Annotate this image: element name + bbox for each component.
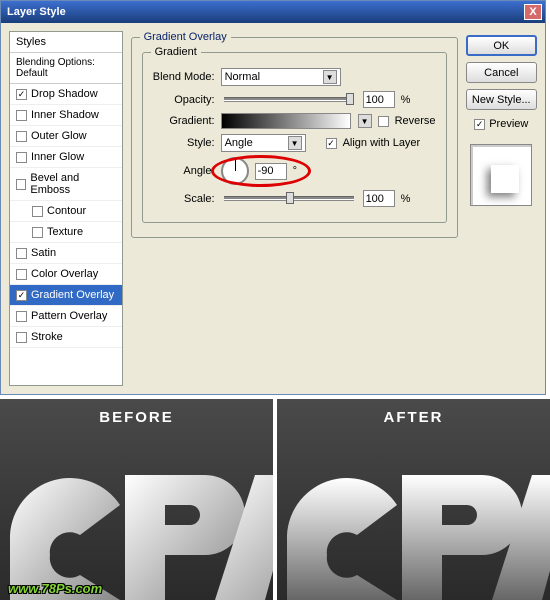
new-style-button[interactable]: New Style... <box>466 89 537 110</box>
style-label: Satin <box>31 247 56 259</box>
style-item-contour[interactable]: Contour <box>10 201 122 222</box>
before-text-art <box>5 465 273 600</box>
before-after-compare: BEFORE www.78Ps.com AFTER <box>0 395 550 600</box>
scale-label: Scale: <box>153 193 215 205</box>
chevron-down-icon: ▼ <box>323 70 337 84</box>
reverse-label: Reverse <box>395 115 436 127</box>
blend-mode-label: Blend Mode: <box>153 71 215 83</box>
styles-panel: Styles Blending Options: Default Drop Sh… <box>9 31 123 386</box>
style-checkbox[interactable] <box>16 311 27 322</box>
angle-label: Angle: <box>153 165 215 177</box>
after-panel: AFTER <box>273 395 550 600</box>
gradient-label: Gradient: <box>153 115 215 127</box>
style-item-color-overlay[interactable]: Color Overlay <box>10 264 122 285</box>
style-checkbox[interactable] <box>16 269 27 280</box>
style-label: Inner Shadow <box>31 109 99 121</box>
style-checkbox[interactable] <box>16 179 26 190</box>
style-label: Style: <box>153 137 215 149</box>
style-checkbox[interactable] <box>32 227 43 238</box>
style-label: Gradient Overlay <box>31 289 114 301</box>
gradient-picker[interactable] <box>221 113 351 129</box>
style-item-drop-shadow[interactable]: Drop Shadow <box>10 84 122 105</box>
style-checkbox[interactable] <box>16 332 27 343</box>
style-item-gradient-overlay[interactable]: Gradient Overlay <box>10 285 122 306</box>
align-label: Align with Layer <box>343 137 421 149</box>
blend-mode-select[interactable]: Normal ▼ <box>221 68 341 86</box>
style-label: Color Overlay <box>31 268 98 280</box>
style-checkbox[interactable] <box>16 131 27 142</box>
layer-style-dialog: Layer Style X Styles Blending Options: D… <box>0 0 546 395</box>
inner-group-title: Gradient <box>151 46 201 58</box>
scale-input[interactable] <box>363 190 395 207</box>
style-item-outer-glow[interactable]: Outer Glow <box>10 126 122 147</box>
cancel-button[interactable]: Cancel <box>466 62 537 83</box>
close-icon: X <box>529 6 536 18</box>
align-checkbox[interactable] <box>326 138 337 149</box>
close-button[interactable]: X <box>524 4 542 20</box>
opacity-label: Opacity: <box>153 94 215 106</box>
angle-input[interactable] <box>255 163 287 180</box>
watermark: www.78Ps.com <box>8 581 102 596</box>
style-checkbox[interactable] <box>16 248 27 259</box>
style-label: Pattern Overlay <box>31 310 107 322</box>
gradient-overlay-group: Gradient Overlay Gradient Blend Mode: No… <box>131 37 458 238</box>
opacity-slider[interactable] <box>224 98 354 102</box>
style-item-pattern-overlay[interactable]: Pattern Overlay <box>10 306 122 327</box>
style-item-texture[interactable]: Texture <box>10 222 122 243</box>
style-label: Bevel and Emboss <box>30 172 115 196</box>
style-checkbox[interactable] <box>16 290 27 301</box>
after-title: AFTER <box>384 409 444 426</box>
style-item-bevel-and-emboss[interactable]: Bevel and Emboss <box>10 168 122 201</box>
style-label: Stroke <box>31 331 63 343</box>
before-title: BEFORE <box>99 409 174 426</box>
style-checkbox[interactable] <box>16 110 27 121</box>
scale-slider[interactable] <box>224 197 354 201</box>
style-select[interactable]: Angle ▼ <box>221 134 306 152</box>
center-panel: Gradient Overlay Gradient Blend Mode: No… <box>131 31 458 386</box>
blending-options[interactable]: Blending Options: Default <box>10 53 122 84</box>
preview-thumbnail <box>470 144 532 206</box>
dialog-title: Layer Style <box>7 6 66 18</box>
styles-header[interactable]: Styles <box>10 32 122 53</box>
style-item-satin[interactable]: Satin <box>10 243 122 264</box>
preview-label: Preview <box>489 118 528 130</box>
before-panel: BEFORE www.78Ps.com <box>0 395 273 600</box>
style-label: Drop Shadow <box>31 88 98 100</box>
right-panel: OK Cancel New Style... Preview <box>466 31 537 386</box>
gradient-inner-group: Gradient Blend Mode: Normal ▼ Opacity: % <box>142 52 447 223</box>
chevron-down-icon[interactable]: ▼ <box>358 114 372 128</box>
style-item-stroke[interactable]: Stroke <box>10 327 122 348</box>
style-item-inner-glow[interactable]: Inner Glow <box>10 147 122 168</box>
after-text-art <box>282 465 550 600</box>
style-label: Inner Glow <box>31 151 84 163</box>
style-label: Texture <box>47 226 83 238</box>
chevron-down-icon: ▼ <box>288 136 302 150</box>
style-label: Outer Glow <box>31 130 87 142</box>
preview-checkbox[interactable] <box>474 119 485 130</box>
opacity-input[interactable] <box>363 91 395 108</box>
style-label: Contour <box>47 205 86 217</box>
ok-button[interactable]: OK <box>466 35 537 56</box>
style-checkbox[interactable] <box>32 206 43 217</box>
angle-wheel[interactable] <box>221 157 249 185</box>
style-checkbox[interactable] <box>16 152 27 163</box>
reverse-checkbox[interactable] <box>378 116 389 127</box>
titlebar[interactable]: Layer Style X <box>1 1 545 23</box>
style-item-inner-shadow[interactable]: Inner Shadow <box>10 105 122 126</box>
group-title: Gradient Overlay <box>140 31 231 43</box>
style-checkbox[interactable] <box>16 89 27 100</box>
